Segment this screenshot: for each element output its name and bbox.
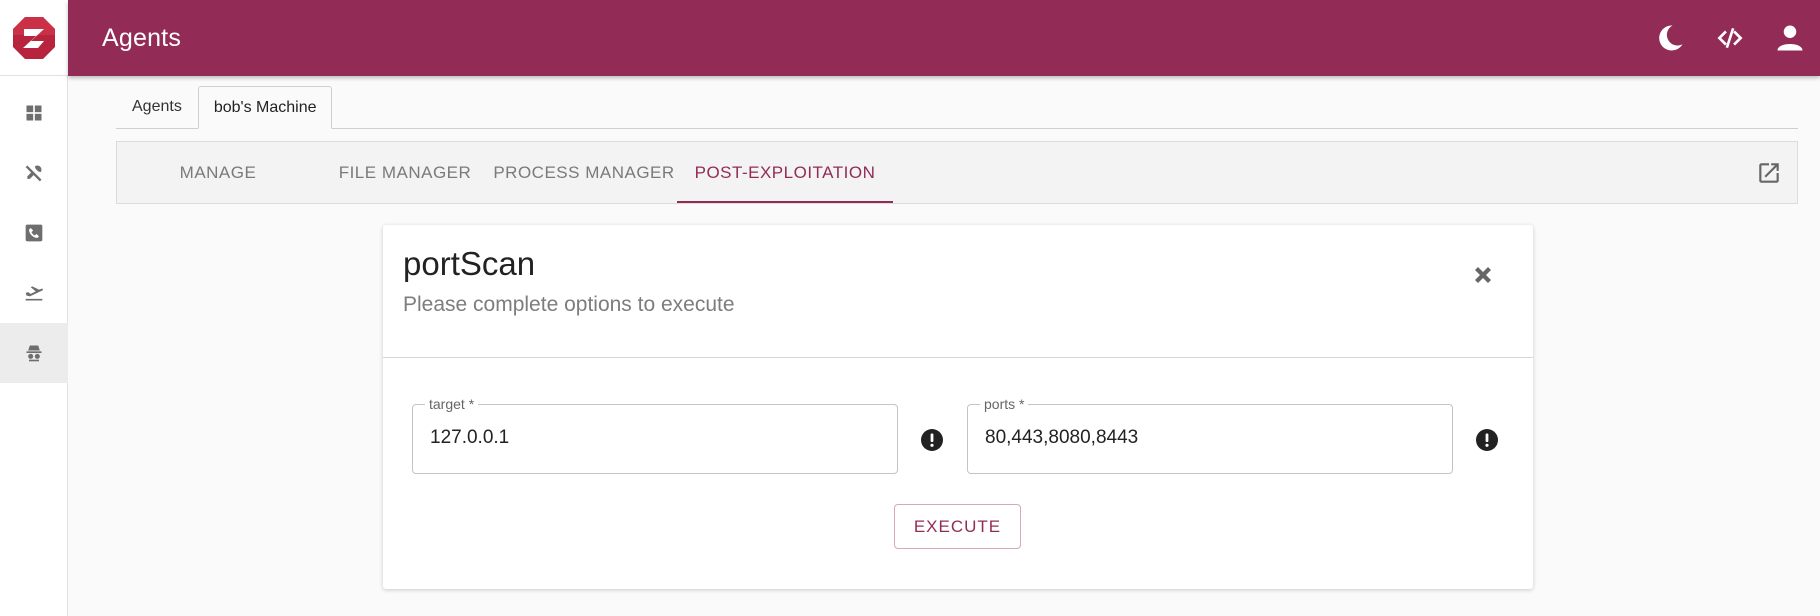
module-card: portScan Please complete options to exec…	[383, 225, 1533, 589]
sidebar-item-phone[interactable]	[0, 203, 68, 263]
sidebar-item-tools[interactable]	[0, 143, 68, 203]
sidebar	[0, 0, 68, 616]
dashboard-icon	[26, 105, 42, 121]
close-icon	[1475, 267, 1491, 283]
open-in-new-icon	[1759, 162, 1779, 183]
required-alert-icon	[921, 429, 943, 451]
tab-process-manager[interactable]: PROCESS MANAGER	[491, 142, 677, 203]
tab-agents[interactable]: Agents	[116, 86, 198, 128]
ports-input[interactable]	[985, 427, 1442, 449]
moon-icon	[1659, 25, 1683, 51]
open-external-button[interactable]	[1741, 142, 1797, 203]
agent-tabs: Agents bob's Machine	[116, 86, 1798, 129]
theme-toggle-button[interactable]	[1640, 8, 1700, 68]
account-icon	[1777, 25, 1803, 51]
target-field-label: target *	[425, 396, 479, 412]
top-app-bar: Agents	[68, 0, 1820, 76]
target-input[interactable]	[430, 427, 887, 449]
api-docs-button[interactable]	[1700, 8, 1760, 68]
logo-icon	[13, 16, 55, 59]
tab-post-exploitation[interactable]: POST-EXPLOITATION	[677, 142, 893, 203]
spy-icon	[26, 345, 42, 362]
app-logo[interactable]	[0, 0, 68, 76]
required-alert-icon	[1476, 429, 1498, 451]
code-icon	[1717, 28, 1743, 48]
tab-bobs-machine[interactable]: bob's Machine	[197, 86, 333, 129]
module-title: portScan	[403, 245, 536, 282]
account-button[interactable]	[1760, 8, 1820, 68]
airplane-takeoff-icon	[25, 286, 43, 301]
tab-file-manager[interactable]: FILE MANAGER	[319, 142, 491, 203]
close-module-button[interactable]	[1467, 259, 1499, 291]
page-title: Agents	[102, 23, 182, 52]
module-subtitle: Please complete options to execute	[403, 293, 735, 316]
ports-field-label: ports *	[980, 396, 1029, 412]
sidebar-item-dashboard[interactable]	[0, 83, 68, 143]
tab-manage[interactable]: MANAGE	[117, 142, 319, 203]
phone-icon	[25, 224, 43, 242]
sidebar-item-post-exploitation[interactable]	[0, 323, 68, 383]
ports-field: ports *	[967, 396, 1453, 474]
target-field: target *	[412, 396, 898, 474]
tools-icon	[25, 165, 42, 182]
sidebar-item-takeoff[interactable]	[0, 263, 68, 323]
module-card-header: portScan Please complete options to exec…	[383, 225, 1533, 358]
execute-button[interactable]: EXECUTE	[894, 504, 1021, 549]
agent-sub-tabs: MANAGE FILE MANAGER PROCESS MANAGER POST…	[116, 141, 1798, 204]
